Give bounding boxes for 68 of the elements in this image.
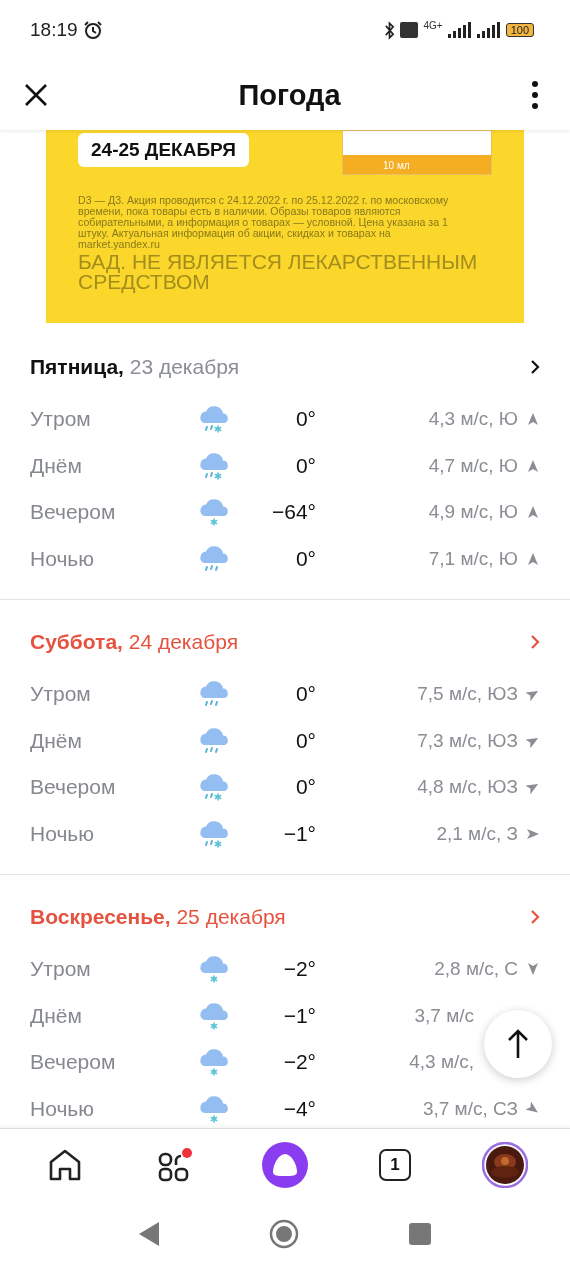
chevron-icon bbox=[530, 634, 540, 650]
wind-speed: 2,8 м/с, С bbox=[433, 958, 518, 981]
temperature: −4° bbox=[282, 1096, 316, 1121]
signal-icon bbox=[447, 22, 472, 38]
period-label: Утром bbox=[30, 682, 92, 707]
back-icon[interactable] bbox=[139, 1221, 159, 1246]
period-label: Днём bbox=[30, 1003, 83, 1028]
wind-speed: 4,3 м/с, Ю bbox=[427, 408, 518, 431]
temperature: 0° bbox=[294, 453, 316, 478]
temperature: 0° bbox=[294, 407, 316, 432]
signal-icon bbox=[476, 22, 501, 38]
wind-speed: 4,7 м/с, Ю bbox=[427, 454, 518, 477]
wind-speed: 2,1 м/с, З bbox=[435, 822, 518, 845]
day-header[interactable]: Воскресенье, 25 декабря bbox=[30, 895, 540, 939]
period-label: Днём bbox=[30, 728, 83, 753]
period-label: Ночью bbox=[30, 1096, 95, 1121]
wind-speed: 3,7 м/с bbox=[413, 1004, 475, 1027]
temperature: −2° bbox=[282, 957, 316, 982]
temperature: 0° bbox=[294, 775, 316, 800]
network-type: 4G+ bbox=[423, 20, 443, 31]
menu-icon[interactable] bbox=[531, 80, 539, 110]
page-title: Погода bbox=[238, 78, 341, 112]
period-label: Ночью bbox=[30, 821, 95, 846]
temperature: −2° bbox=[282, 1050, 316, 1075]
wind-speed: 4,8 м/с, ЮЗ bbox=[416, 776, 518, 799]
promo-disclaimer: БАД. НЕ ЯВЛЯЕТСЯ ЛЕКАРСТВЕННЫМ СРЕДСТВОМ bbox=[78, 252, 479, 292]
day-header[interactable]: Суббота, 24 декабря bbox=[30, 620, 540, 664]
chevron-icon bbox=[530, 359, 540, 375]
day-title: Воскресенье, 25 декабря bbox=[30, 905, 286, 929]
recents-icon[interactable] bbox=[409, 1222, 431, 1245]
temperature: 0° bbox=[294, 728, 316, 753]
wind-speed: 4,3 м/с, bbox=[408, 1051, 475, 1074]
period-label: Утром bbox=[30, 407, 92, 432]
status-time: 18:19 bbox=[30, 19, 78, 41]
arrow-up-icon bbox=[506, 1028, 530, 1060]
bluetooth-icon bbox=[384, 20, 396, 40]
period-label: Вечером bbox=[30, 1050, 117, 1075]
temperature: 0° bbox=[294, 546, 316, 571]
temperature: −64° bbox=[270, 500, 316, 525]
wind-speed: 7,1 м/с, Ю bbox=[427, 547, 518, 570]
promo-fine-print: D3 — Д3. Акция проводится с 24.12.2022 г. по 25.12.2022 г. по московскому времени, пока товары есть в наличии. Образы товаров являются собирательными, а информация о товарах — условной. Цена указана за 1 штуку. Актуальная информация об акции, скидках и товарах на market.yandex.ru bbox=[78, 195, 450, 250]
services-icon[interactable] bbox=[157, 1146, 193, 1183]
period-label: Днём bbox=[30, 453, 83, 478]
wind-speed: 7,3 м/с, ЮЗ bbox=[416, 729, 518, 752]
chevron-icon bbox=[530, 909, 540, 925]
tabs-button[interactable]: 1 bbox=[379, 1148, 411, 1181]
date-label: 24-25 ДЕКАБРЯ bbox=[78, 133, 249, 167]
assistant-icon[interactable] bbox=[261, 1140, 309, 1189]
day-header[interactable]: Пятница, 23 декабря bbox=[30, 345, 540, 389]
day-title: Суббота, 24 декабря bbox=[30, 630, 239, 654]
period-label: Ночью bbox=[30, 546, 95, 571]
temperature: −1° bbox=[282, 1003, 316, 1028]
temperature: −1° bbox=[282, 821, 316, 846]
wind-speed: 3,7 м/с, СЗ bbox=[421, 1097, 518, 1120]
temperature: 0° bbox=[294, 682, 316, 707]
wind-speed: 7,5 м/с, ЮЗ bbox=[416, 683, 518, 706]
close-icon[interactable] bbox=[24, 83, 48, 107]
scroll-up-button[interactable] bbox=[484, 1010, 552, 1078]
period-label: Вечером bbox=[30, 500, 117, 525]
wind-speed: 4,9 м/с, Ю bbox=[427, 501, 518, 524]
home-circle-icon[interactable] bbox=[269, 1218, 299, 1249]
period-label: Утром bbox=[30, 957, 92, 982]
day-title: Пятница, 23 декабря bbox=[30, 355, 240, 379]
product-volume: 10 мл bbox=[383, 160, 410, 171]
period-label: Вечером bbox=[30, 775, 117, 800]
battery-level: 100 bbox=[505, 23, 534, 37]
promo-banner[interactable] bbox=[46, 130, 524, 323]
alarm-icon bbox=[82, 20, 103, 40]
